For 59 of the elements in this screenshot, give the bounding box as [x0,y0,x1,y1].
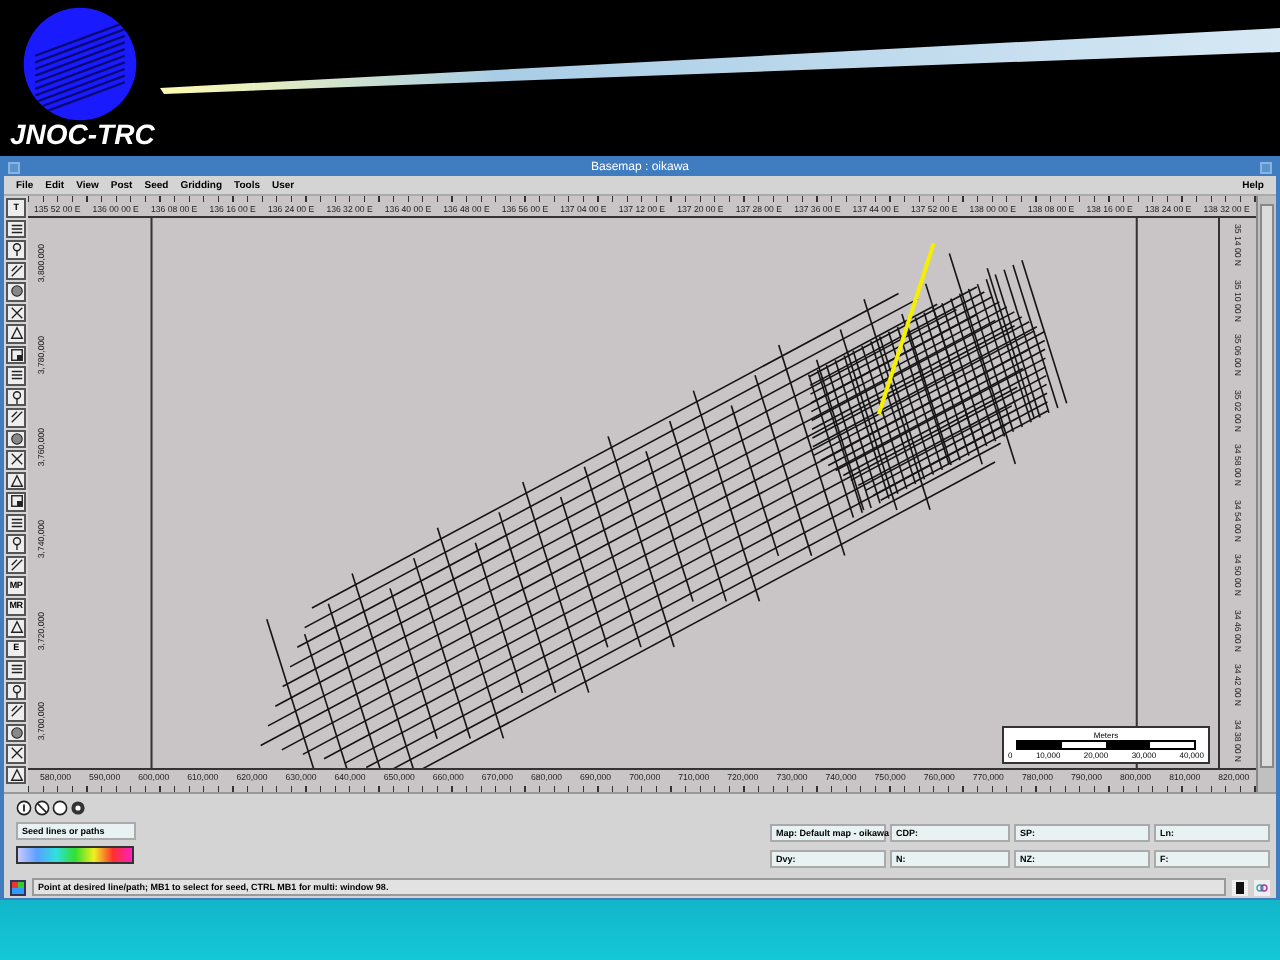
tool-icon [9,305,23,320]
tool-button[interactable] [6,324,26,343]
tool-button[interactable] [6,345,26,364]
tool-button[interactable] [6,429,26,448]
tool-button[interactable] [6,618,26,637]
tool-button[interactable] [6,450,26,469]
tool-button[interactable] [6,366,26,385]
tool-button[interactable] [6,744,26,763]
link-icon[interactable] [1254,879,1270,895]
tool-icon [9,347,23,362]
tool-icon [9,662,23,677]
tool-button[interactable] [6,261,26,280]
tool-button[interactable] [6,513,26,532]
tool-icon [9,683,23,698]
tool-icon [9,284,23,299]
tool-icon [9,494,23,509]
tool-icon [9,536,23,551]
tool-icon [9,557,23,572]
tool-icon [9,620,23,635]
tool-button[interactable] [6,303,26,322]
prohibited-icon[interactable] [34,800,50,816]
palette-icon[interactable] [10,879,26,895]
tool-button[interactable] [6,681,26,700]
globe-logo-icon [22,6,138,122]
tool-icon [9,704,23,719]
tool-button[interactable] [6,240,26,259]
tool-icon [9,452,23,467]
tool-icon [9,326,23,341]
tool-button[interactable] [6,555,26,574]
tool-icon [9,515,23,530]
tool-button[interactable] [6,387,26,406]
tool-button[interactable] [6,219,26,238]
tool-button[interactable] [6,408,26,427]
tool-button[interactable] [6,765,26,784]
tool-button[interactable] [6,471,26,490]
scroll-thumb[interactable] [1260,204,1274,768]
tool-icon [9,767,23,782]
stop-icon[interactable] [1232,879,1248,895]
logo-text: JNOC-TRC [10,120,155,148]
tool-icon [9,746,23,761]
tool-icon [9,263,23,278]
color-scale-bar [16,846,134,864]
vertical-scrollbar[interactable] [1256,196,1276,792]
tool-icon [9,473,23,488]
tool-icon [9,368,23,383]
tool-icon [9,389,23,404]
tool-button[interactable] [6,282,26,301]
circle-icon[interactable] [52,800,68,816]
tool-button[interactable] [6,660,26,679]
tool-icon [9,221,23,236]
tool-icon [9,725,23,740]
tool-icon [9,431,23,446]
tool-icon [9,410,23,425]
info-icon[interactable] [16,800,32,816]
tool-button[interactable] [6,534,26,553]
tool-button[interactable] [6,723,26,742]
tool-button[interactable] [6,492,26,511]
tool-icon [9,242,23,257]
tool-button[interactable] [6,702,26,721]
